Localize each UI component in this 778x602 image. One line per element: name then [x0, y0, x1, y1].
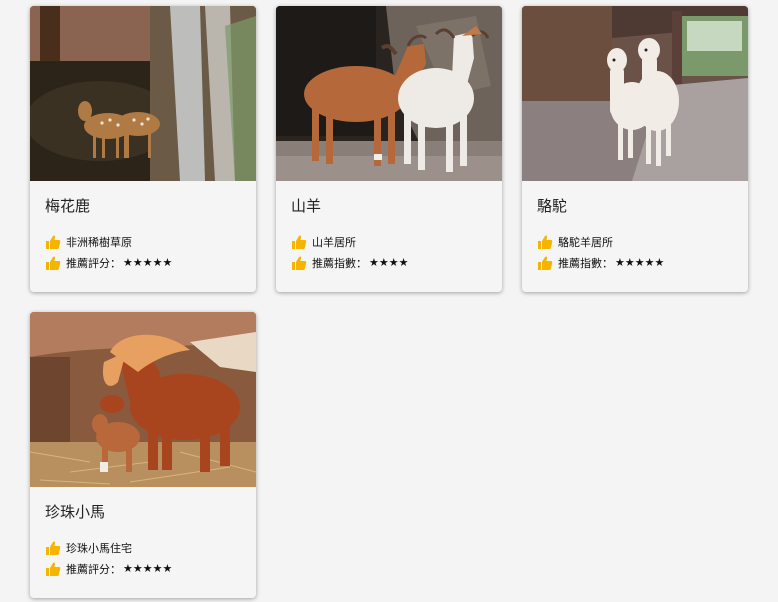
- thumbs-up-icon: [538, 235, 553, 249]
- rating-stars: ★★★★★: [123, 562, 173, 575]
- card-title: 梅花鹿: [45, 197, 91, 215]
- location-row: 駱駝羊居所: [537, 231, 748, 252]
- animal-card[interactable]: 山羊 山羊居所 推薦指數： ★★★★: [276, 6, 502, 292]
- rating-stars: ★★★★★: [615, 256, 665, 269]
- thumbs-up-icon: [46, 256, 61, 270]
- animal-card-grid: 梅花鹿 非洲稀樹草原 推薦評分： ★★★★★ 山羊 山羊居所 推薦指數： ★★★…: [0, 0, 778, 602]
- goat-photo[interactable]: [276, 6, 502, 181]
- rating-label: 推薦評分：: [66, 256, 121, 270]
- rating-row: 推薦指數： ★★★★: [291, 252, 502, 273]
- rating-label: 推薦評分：: [66, 562, 121, 576]
- alpaca-photo[interactable]: [522, 6, 748, 181]
- thumbs-up-icon: [46, 235, 61, 249]
- card-title: 山羊: [291, 197, 322, 215]
- thumbs-up-icon: [292, 256, 307, 270]
- location-row: 山羊居所: [291, 231, 502, 252]
- rating-stars: ★★★★★: [123, 256, 173, 269]
- animal-card[interactable]: 珍珠小馬 珍珠小馬住宅 推薦評分： ★★★★★: [30, 312, 256, 598]
- animal-card[interactable]: 梅花鹿 非洲稀樹草原 推薦評分： ★★★★★: [30, 6, 256, 292]
- thumbs-up-icon: [292, 235, 307, 249]
- location-text: 山羊居所: [312, 235, 356, 249]
- thumbs-up-icon: [538, 256, 553, 270]
- card-info: 珍珠小馬住宅 推薦評分： ★★★★★: [45, 537, 256, 579]
- pony-photo[interactable]: [30, 312, 256, 487]
- rating-stars: ★★★★: [369, 256, 409, 269]
- card-title: 珍珠小馬: [45, 503, 106, 521]
- rating-row: 推薦評分： ★★★★★: [45, 558, 256, 579]
- card-title: 駱駝: [537, 197, 568, 215]
- thumbs-up-icon: [46, 562, 61, 576]
- location-text: 非洲稀樹草原: [66, 235, 132, 249]
- animal-card[interactable]: 駱駝 駱駝羊居所 推薦指數： ★★★★★: [522, 6, 748, 292]
- rating-label: 推薦指數：: [312, 256, 367, 270]
- location-text: 珍珠小馬住宅: [66, 541, 132, 555]
- card-info: 非洲稀樹草原 推薦評分： ★★★★★: [45, 231, 256, 273]
- location-text: 駱駝羊居所: [558, 235, 613, 249]
- rating-row: 推薦評分： ★★★★★: [45, 252, 256, 273]
- location-row: 珍珠小馬住宅: [45, 537, 256, 558]
- card-info: 山羊居所 推薦指數： ★★★★: [291, 231, 502, 273]
- thumbs-up-icon: [46, 541, 61, 555]
- sika-deer-photo[interactable]: [30, 6, 256, 181]
- card-info: 駱駝羊居所 推薦指數： ★★★★★: [537, 231, 748, 273]
- rating-row: 推薦指數： ★★★★★: [537, 252, 748, 273]
- location-row: 非洲稀樹草原: [45, 231, 256, 252]
- rating-label: 推薦指數：: [558, 256, 613, 270]
